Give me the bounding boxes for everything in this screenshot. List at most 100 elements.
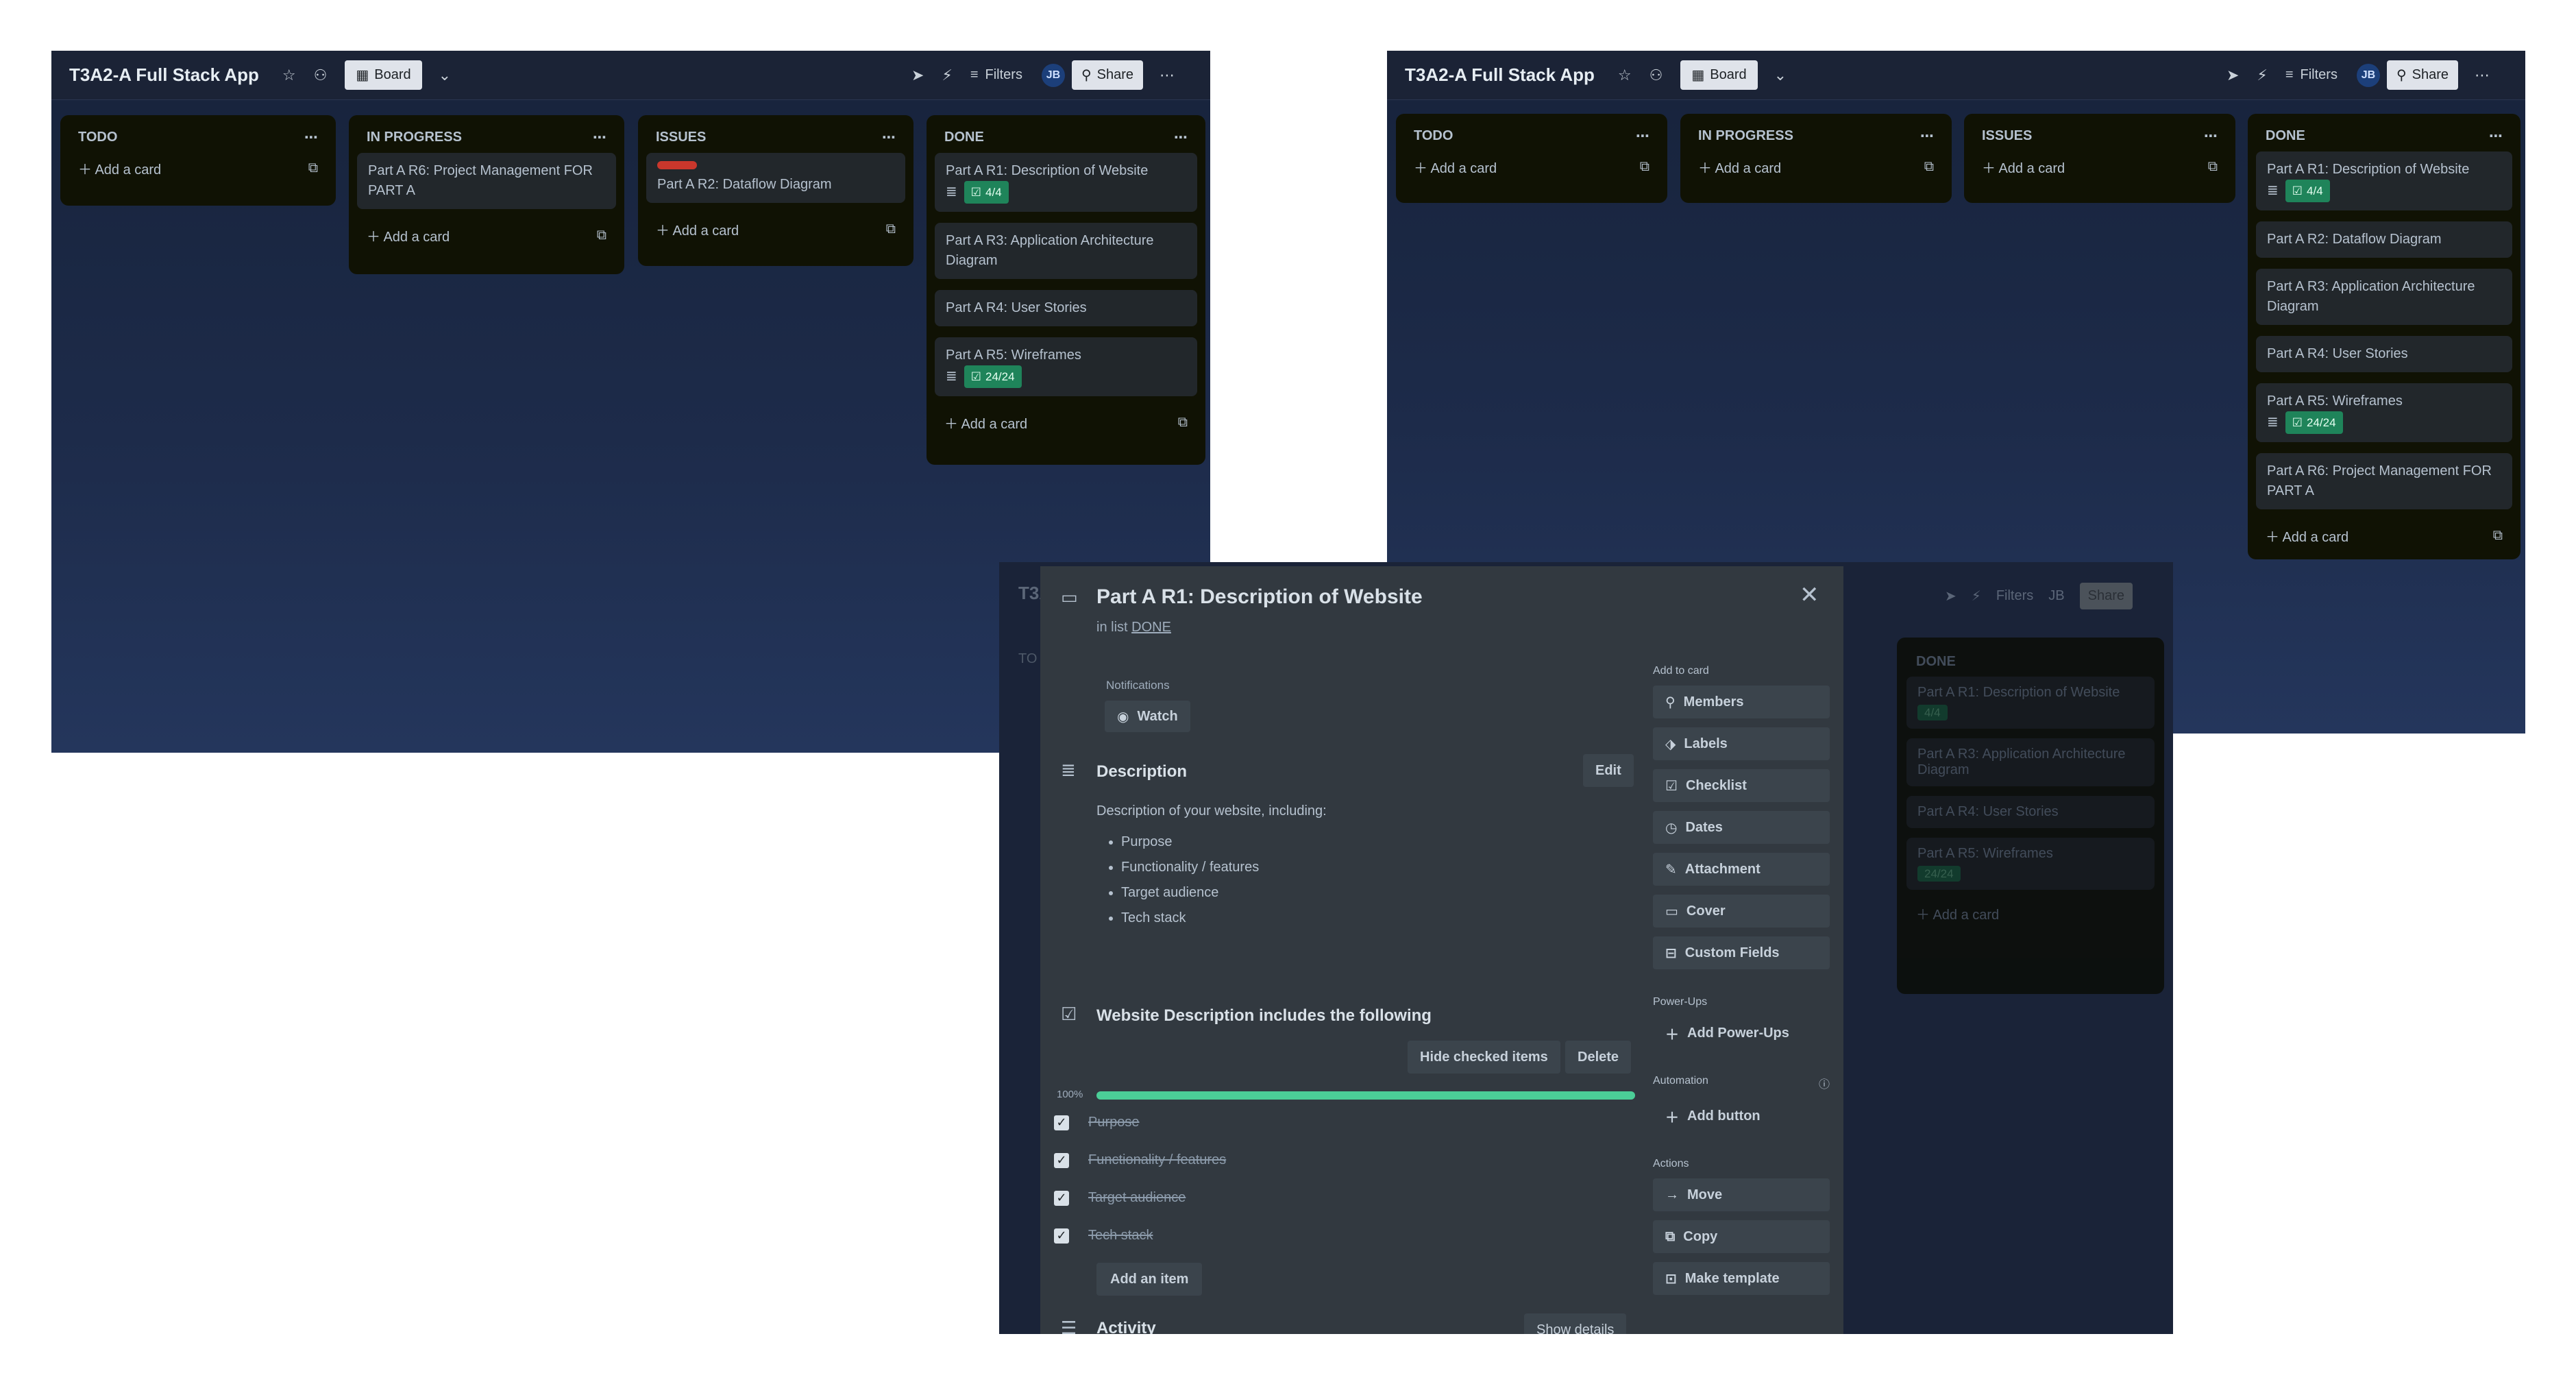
- checkbox-checked-icon[interactable]: ✓: [1054, 1228, 1069, 1244]
- list-title-fragment: TO: [1018, 651, 1038, 666]
- eye-icon: ◉: [1117, 709, 1129, 725]
- share-button[interactable]: ⚲ Share: [1071, 60, 1143, 90]
- board-view-button[interactable]: ▦ Board: [345, 60, 422, 90]
- checklist-item[interactable]: ✓ Functionality / features: [1054, 1152, 1226, 1168]
- filters-button[interactable]: ≡ Filters: [2285, 67, 2338, 83]
- add-card-button[interactable]: ＋ Add a card ⧉: [646, 214, 905, 245]
- checkbox-checked-icon[interactable]: ✓: [1054, 1152, 1069, 1168]
- list-menu-icon[interactable]: ⋯: [2204, 128, 2218, 145]
- bolt-icon[interactable]: ⚡: [942, 66, 952, 84]
- move-button[interactable]: → Move: [1653, 1178, 1830, 1211]
- custom-fields-button[interactable]: ⊟ Custom Fields: [1653, 936, 1830, 969]
- cover-button[interactable]: ▭ Cover: [1653, 895, 1830, 928]
- members-button[interactable]: ⚲ Members: [1653, 686, 1830, 718]
- rocket-icon[interactable]: ➤: [2227, 66, 2239, 84]
- rocket-icon[interactable]: ➤: [911, 66, 924, 84]
- notifications-label: Notifications: [1106, 679, 1170, 692]
- checklist-item[interactable]: ✓ Target audience: [1054, 1190, 1186, 1206]
- show-details-button[interactable]: Show details: [1524, 1313, 1627, 1334]
- list-title: TODO: [78, 130, 118, 145]
- list-menu-icon[interactable]: ⋯: [1174, 129, 1188, 146]
- card[interactable]: Part A R4: User Stories: [2256, 336, 2512, 372]
- info-icon[interactable]: ⓘ: [1819, 1075, 1830, 1091]
- template-icon[interactable]: ⧉: [2208, 159, 2218, 175]
- add-card-button[interactable]: ＋ Add a card ⧉: [2256, 520, 2512, 551]
- visibility-icon[interactable]: ⚇: [314, 66, 328, 84]
- dates-button[interactable]: ◷ Dates: [1653, 811, 1830, 844]
- card[interactable]: Part A R3: Application Architecture Diag…: [2256, 269, 2512, 325]
- list-menu-icon[interactable]: ⋯: [1636, 128, 1649, 145]
- template-icon[interactable]: ⧉: [1924, 159, 1934, 175]
- card[interactable]: Part A R3: Application Architecture Diag…: [935, 223, 1197, 279]
- template-icon[interactable]: ⧉: [597, 228, 606, 243]
- description-icon: ≣: [2267, 183, 2279, 198]
- add-card-button[interactable]: ＋ Add a card ⧉: [935, 407, 1197, 438]
- card[interactable]: Part A R2: Dataflow Diagram: [2256, 221, 2512, 258]
- card[interactable]: Part A R1: Description of Website ≣ ☑ 4/4: [935, 153, 1197, 212]
- bolt-icon[interactable]: ⚡: [2257, 66, 2267, 84]
- template-icon[interactable]: ⧉: [1178, 415, 1188, 431]
- avatar[interactable]: JB: [2356, 63, 2380, 87]
- card[interactable]: Part A R6: Project Management FOR PART A: [357, 153, 616, 209]
- make-template-button[interactable]: ⊡ Make template: [1653, 1262, 1830, 1295]
- list-menu-icon[interactable]: ⋯: [593, 129, 606, 146]
- add-item-button[interactable]: Add an item: [1096, 1263, 1203, 1296]
- list-menu-icon[interactable]: ⋯: [1920, 128, 1934, 145]
- card[interactable]: Part A R1: Description of Website ≣ ☑ 4/4: [2256, 151, 2512, 210]
- list-menu-icon[interactable]: ⋯: [882, 129, 896, 146]
- chevron-down-icon[interactable]: ⌄: [439, 66, 451, 84]
- progress-percent: 100%: [1057, 1089, 1083, 1100]
- share-button[interactable]: ⚲ Share: [2386, 60, 2458, 90]
- filters-button[interactable]: ≡ Filters: [970, 67, 1022, 83]
- hide-checked-button[interactable]: Hide checked items: [1408, 1041, 1560, 1074]
- add-card-button[interactable]: ＋ Add a card ⧉: [1689, 151, 1943, 182]
- description-icon: ≣: [1061, 760, 1076, 780]
- list-menu-icon[interactable]: ⋯: [304, 129, 318, 146]
- actions-label: Actions: [1653, 1158, 1689, 1169]
- description-list: Purpose Functionality / features Target …: [1096, 829, 1259, 931]
- more-icon[interactable]: ⋯: [1160, 66, 1175, 84]
- copy-button[interactable]: ⧉ Copy: [1653, 1220, 1830, 1253]
- edit-description-button[interactable]: Edit: [1583, 754, 1634, 787]
- add-powerups-button[interactable]: ＋ Add Power-Ups: [1653, 1017, 1830, 1050]
- template-icon[interactable]: ⧉: [308, 160, 318, 176]
- list-title: DONE: [1916, 654, 1956, 669]
- checkbox-checked-icon[interactable]: ✓: [1054, 1115, 1069, 1130]
- template-icon: ⊡: [1665, 1271, 1677, 1287]
- progress-fill: [1096, 1091, 1635, 1100]
- add-card-button[interactable]: ＋ Add a card ⧉: [69, 153, 328, 184]
- close-icon[interactable]: ✕: [1800, 581, 1819, 609]
- checkbox-checked-icon[interactable]: ✓: [1054, 1190, 1069, 1206]
- template-icon[interactable]: ⧉: [2493, 528, 2503, 544]
- card[interactable]: Part A R5: Wireframes ≣ ☑ 24/24: [2256, 383, 2512, 442]
- checklist-button[interactable]: ☑ Checklist: [1653, 769, 1830, 802]
- in-list-link[interactable]: DONE: [1131, 620, 1171, 635]
- add-card-button[interactable]: ＋ Add a card ⧉: [1404, 151, 1659, 182]
- star-icon[interactable]: ☆: [1618, 66, 1632, 84]
- star-icon[interactable]: ☆: [282, 66, 296, 84]
- card[interactable]: Part A R6: Project Management FOR PART A: [2256, 453, 2512, 509]
- labels-button[interactable]: ⬗ Labels: [1653, 727, 1830, 760]
- avatar[interactable]: JB: [1041, 63, 1065, 87]
- more-icon[interactable]: ⋯: [2475, 66, 2490, 84]
- automation-label: Automation ⓘ: [1653, 1075, 1830, 1091]
- template-icon[interactable]: ⧉: [1640, 159, 1649, 175]
- checklist-item[interactable]: ✓ Purpose: [1054, 1115, 1140, 1130]
- watch-button[interactable]: ◉ Watch: [1105, 701, 1190, 732]
- board-view-button[interactable]: ▦ Board: [1680, 60, 1758, 90]
- list-menu-icon[interactable]: ⋯: [2489, 128, 2503, 145]
- card[interactable]: Part A R2: Dataflow Diagram: [646, 153, 905, 203]
- visibility-icon[interactable]: ⚇: [1649, 66, 1663, 84]
- card-title[interactable]: Part A R1: Description of Website: [1096, 585, 1423, 609]
- template-icon[interactable]: ⧉: [886, 221, 896, 237]
- card[interactable]: Part A R4: User Stories: [935, 290, 1197, 326]
- chevron-down-icon[interactable]: ⌄: [1774, 66, 1787, 84]
- add-card-button[interactable]: ＋ Add a card ⧉: [357, 220, 616, 251]
- add-card-button[interactable]: ＋ Add a card ⧉: [1972, 151, 2227, 182]
- attachment-button[interactable]: ✎ Attachment: [1653, 853, 1830, 886]
- card[interactable]: Part A R5: Wireframes ≣ ☑ 24/24: [935, 337, 1197, 396]
- checklist-title[interactable]: Website Description includes the followi…: [1096, 1006, 1432, 1026]
- add-button-button[interactable]: ＋ Add button: [1653, 1100, 1830, 1132]
- checklist-item[interactable]: ✓ Tech stack: [1054, 1228, 1153, 1244]
- delete-checklist-button[interactable]: Delete: [1565, 1041, 1632, 1074]
